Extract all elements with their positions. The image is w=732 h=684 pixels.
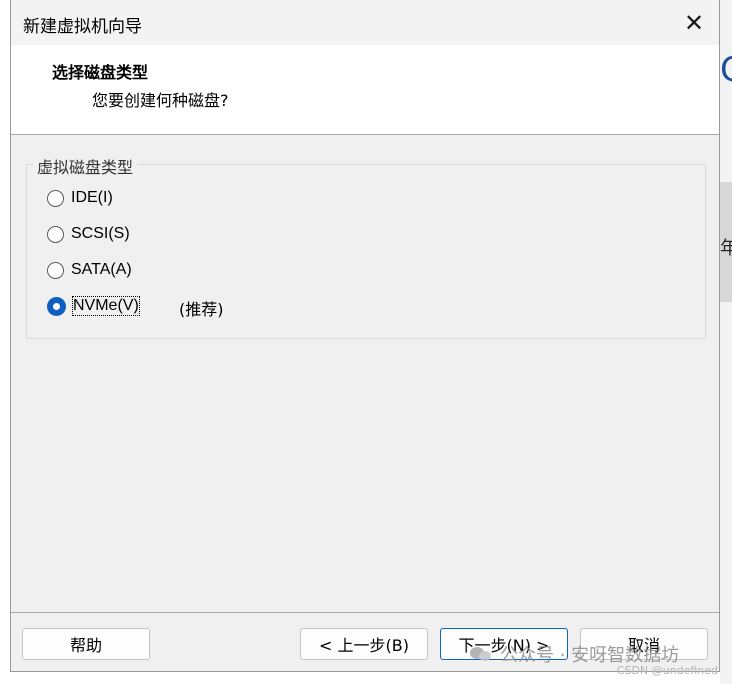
wizard-header: 选择磁盘类型 您要创建何种磁盘?: [11, 45, 719, 135]
radio-label-ide: IDE(I): [71, 189, 113, 206]
title-bar: 新建虚拟机向导 ✕: [11, 0, 719, 45]
page-subtitle: 您要创建何种磁盘?: [92, 91, 229, 110]
radio-scsi[interactable]: [47, 225, 64, 243]
groupbox-label: 虚拟磁盘类型: [33, 154, 138, 178]
recommended-tag: (推荐): [179, 300, 224, 319]
background-text-fragment: 年: [720, 238, 732, 259]
cancel-button[interactable]: 取消: [580, 628, 708, 660]
radio-option-sata[interactable]: SATA(A): [47, 258, 132, 282]
page-title: 选择磁盘类型: [52, 63, 149, 82]
radio-nvme-selected[interactable]: [47, 296, 66, 316]
radio-option-nvme[interactable]: NVMe(V): [47, 294, 140, 318]
back-button[interactable]: < 上一步(B): [300, 628, 428, 660]
radio-option-ide[interactable]: IDE(I): [47, 186, 113, 210]
radio-label-sata: SATA(A): [71, 261, 132, 278]
footer-divider: [11, 612, 719, 613]
background-logo-fragment: C: [720, 52, 732, 88]
radio-label-scsi: SCSI(S): [71, 225, 130, 242]
next-button[interactable]: 下一步(N) >: [440, 628, 568, 660]
window-title: 新建虚拟机向导: [23, 17, 142, 37]
radio-ide[interactable]: [47, 189, 64, 207]
csdn-watermark: CSDN @undefined: [616, 664, 718, 677]
new-vm-wizard-dialog: 新建虚拟机向导 ✕ 选择磁盘类型 您要创建何种磁盘? 虚拟磁盘类型 IDE(I)…: [10, 0, 720, 672]
help-button[interactable]: 帮助: [22, 628, 150, 660]
background-app-strip: C 年: [720, 0, 732, 684]
close-icon[interactable]: ✕: [681, 10, 707, 36]
radio-option-scsi[interactable]: SCSI(S): [47, 222, 130, 246]
radio-sata[interactable]: [47, 261, 64, 279]
radio-label-nvme: NVMe(V): [72, 296, 140, 316]
